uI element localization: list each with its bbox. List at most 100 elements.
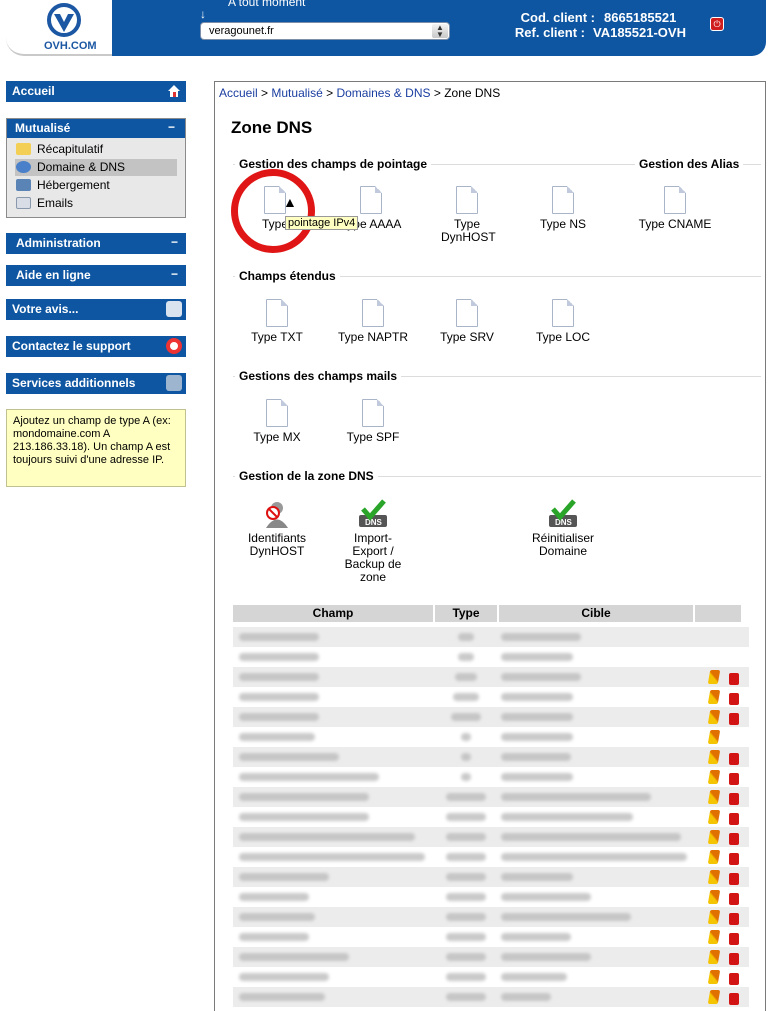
delete-icon[interactable] xyxy=(729,853,739,865)
table-row xyxy=(233,807,749,827)
type-loc-button[interactable]: Type LOC xyxy=(515,299,611,344)
document-icon xyxy=(362,399,384,427)
lifebuoy-icon xyxy=(166,338,182,354)
redacted-cell xyxy=(446,793,486,801)
delete-icon[interactable] xyxy=(729,973,739,985)
delete-icon[interactable] xyxy=(729,793,739,805)
delete-icon[interactable] xyxy=(729,813,739,825)
delete-icon[interactable] xyxy=(729,953,739,965)
sidebar-aide[interactable]: Aide en ligne − xyxy=(6,265,186,286)
edit-pencil-icon[interactable] xyxy=(707,790,721,804)
delete-icon[interactable] xyxy=(729,753,739,765)
delete-icon[interactable] xyxy=(729,673,739,685)
reinitialiser-button[interactable]: DNS Réinitialiser Domaine xyxy=(515,499,611,558)
type-loc-label: Type LOC xyxy=(535,330,591,344)
document-icon xyxy=(266,399,288,427)
delete-icon[interactable] xyxy=(729,913,739,925)
type-txt-button[interactable]: Type TXT xyxy=(229,299,325,344)
type-spf-button[interactable]: Type SPF xyxy=(325,399,421,444)
edit-pencil-icon[interactable] xyxy=(707,710,721,724)
breadcrumb-accueil[interactable]: Accueil xyxy=(219,86,258,100)
edit-pencil-icon[interactable] xyxy=(707,670,721,684)
document-icon xyxy=(552,186,574,214)
table-row xyxy=(233,967,749,987)
sidebar-item-hebergement[interactable]: Hébergement xyxy=(15,177,177,194)
table-row xyxy=(233,907,749,927)
logo-text: OVH.COM xyxy=(44,40,97,52)
logout-icon[interactable]: ⏻ xyxy=(710,17,724,31)
reinitialiser-label: Réinitialiser Domaine xyxy=(531,531,595,558)
delete-icon[interactable] xyxy=(729,713,739,725)
dns-check-icon: DNS xyxy=(549,499,577,527)
type-ns-button[interactable]: Type NS xyxy=(515,186,611,231)
redacted-cell xyxy=(501,893,591,901)
collapse-icon: − xyxy=(170,235,178,249)
delete-icon[interactable] xyxy=(729,773,739,785)
redacted-cell xyxy=(458,653,474,661)
edit-pencil-icon[interactable] xyxy=(707,690,721,704)
sidebar-accueil[interactable]: Accueil xyxy=(6,81,186,102)
breadcrumb-separator: > xyxy=(261,86,269,100)
redacted-cell xyxy=(501,733,573,741)
redacted-cell xyxy=(501,873,573,881)
edit-pencil-icon[interactable] xyxy=(707,750,721,764)
identifiants-dynhost-label: Identifiants DynHOST xyxy=(247,531,307,558)
type-dynhost-button[interactable]: Type DynHOST xyxy=(419,186,515,244)
delete-icon[interactable] xyxy=(729,993,739,1005)
table-row xyxy=(233,767,749,787)
edit-pencil-icon[interactable] xyxy=(707,910,721,924)
delete-icon[interactable] xyxy=(729,873,739,885)
globe-icon xyxy=(16,161,31,173)
sidebar-services[interactable]: Services additionnels xyxy=(6,373,186,394)
document-icon xyxy=(552,299,574,327)
breadcrumb-mutualise[interactable]: Mutualisé xyxy=(271,86,322,100)
sidebar-item-label: Domaine & DNS xyxy=(37,160,126,174)
sidebar-administration[interactable]: Administration − xyxy=(6,233,186,254)
type-cname-button[interactable]: Type CNAME xyxy=(627,186,723,231)
edit-pencil-icon[interactable] xyxy=(707,810,721,824)
type-txt-label: Type TXT xyxy=(251,330,303,344)
type-ns-label: Type NS xyxy=(539,217,587,231)
edit-pencil-icon[interactable] xyxy=(707,830,721,844)
sidebar-contact[interactable]: Contactez le support xyxy=(6,336,186,357)
edit-pencil-icon[interactable] xyxy=(707,770,721,784)
type-naptr-button[interactable]: Type NAPTR xyxy=(325,299,421,344)
identifiants-dynhost-button[interactable]: Identifiants DynHOST xyxy=(229,499,325,558)
type-srv-button[interactable]: Type SRV xyxy=(419,299,515,344)
import-export-button[interactable]: DNS Import-Export / Backup de zone xyxy=(325,499,421,584)
redacted-cell xyxy=(239,753,339,761)
delete-icon[interactable] xyxy=(729,893,739,905)
sidebar-avis[interactable]: Votre avis... xyxy=(6,299,186,320)
edit-pencil-icon[interactable] xyxy=(707,930,721,944)
edit-pencil-icon[interactable] xyxy=(707,870,721,884)
sidebar-mutualise[interactable]: Mutualisé − xyxy=(7,119,185,138)
delete-icon[interactable] xyxy=(729,933,739,945)
type-mx-button[interactable]: Type MX xyxy=(229,399,325,444)
sidebar-mutualise-label: Mutualisé xyxy=(15,121,71,135)
delete-icon[interactable] xyxy=(729,833,739,845)
breadcrumb-domaines[interactable]: Domaines & DNS xyxy=(336,86,430,100)
sidebar-item-recapitulatif[interactable]: Récapitulatif xyxy=(15,141,177,158)
site-select[interactable]: veragounet.fr ▲ ▼ xyxy=(200,22,450,40)
main-panel: Accueil > Mutualisé > Domaines & DNS > Z… xyxy=(214,81,766,1011)
redacted-cell xyxy=(501,673,581,681)
edit-pencil-icon[interactable] xyxy=(707,850,721,864)
redacted-cell xyxy=(451,713,481,721)
edit-pencil-icon[interactable] xyxy=(707,950,721,964)
redacted-cell xyxy=(446,873,486,881)
redacted-cell xyxy=(239,673,319,681)
site-select-value: veragounet.fr xyxy=(209,25,274,37)
sidebar-services-label: Services additionnels xyxy=(12,376,136,390)
redacted-cell xyxy=(239,733,315,741)
logo[interactable]: OVH.COM xyxy=(6,0,112,56)
sidebar-item-domaine-dns[interactable]: Domaine & DNS xyxy=(15,159,177,176)
edit-pencil-icon[interactable] xyxy=(707,890,721,904)
edit-pencil-icon[interactable] xyxy=(707,990,721,1004)
edit-pencil-icon[interactable] xyxy=(707,730,721,744)
edit-pencil-icon[interactable] xyxy=(707,970,721,984)
sidebar-item-emails[interactable]: Emails xyxy=(15,195,177,212)
delete-icon[interactable] xyxy=(729,693,739,705)
select-arrows-icon: ▲ ▼ xyxy=(432,24,448,39)
folder-icon xyxy=(16,143,31,155)
collapse-icon[interactable]: − xyxy=(168,120,175,134)
